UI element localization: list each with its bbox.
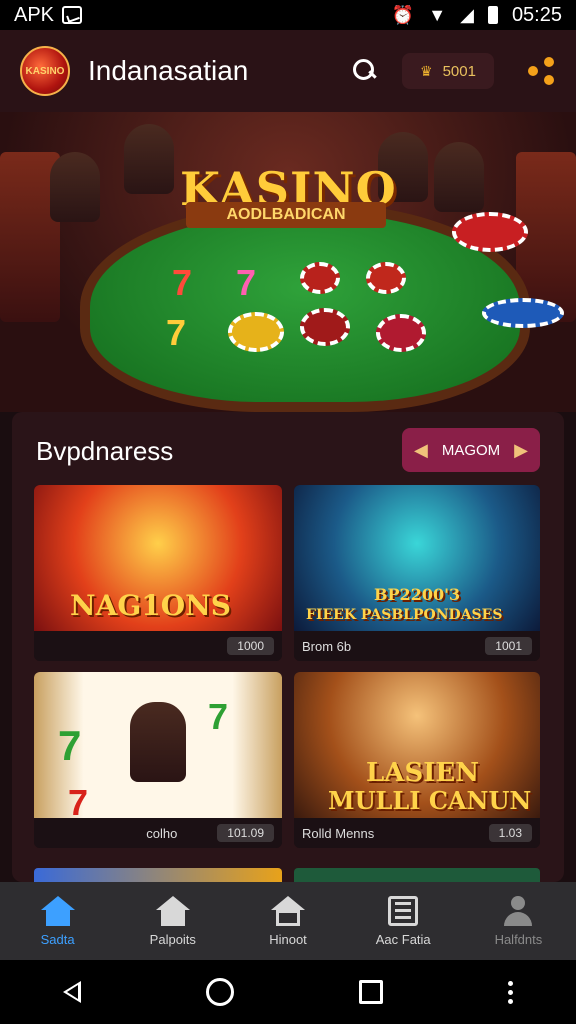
- player-figure: [124, 124, 174, 194]
- nav-label: Halfdnts: [494, 931, 543, 947]
- system-nav-bar: [0, 960, 576, 1024]
- search-icon[interactable]: [350, 56, 380, 86]
- bottom-nav: Sadta Palpoits Hinoot Aac Fatia Halfdnts: [0, 882, 576, 960]
- nav-label: Palpoits: [149, 931, 196, 947]
- game-card-partial[interactable]: [294, 868, 540, 882]
- section-title: Bvpdnaress: [36, 436, 174, 466]
- status-label: APK: [14, 3, 55, 26]
- coin-amount: 5001: [442, 62, 476, 80]
- coin-balance[interactable]: ♛ 5001: [402, 53, 494, 89]
- card-footer: Rolld Menns 1.03: [294, 818, 540, 848]
- card-badge: 1001: [485, 637, 532, 655]
- app-title: Indanasatian: [88, 55, 249, 86]
- seven-symbol: 7: [166, 312, 187, 353]
- nav-label: Aac Fatia: [375, 931, 431, 947]
- player-figure: [130, 702, 186, 782]
- game-card[interactable]: 7 7 7 colho 101.09: [34, 672, 282, 848]
- card-subtitle: FIEEK PASBLPONDASES: [306, 607, 503, 623]
- gallery-icon: [62, 6, 83, 24]
- chip-icon: [228, 312, 284, 352]
- logo-text: KASINO: [25, 65, 65, 77]
- chip-icon: [376, 314, 426, 352]
- app-logo[interactable]: KASINO: [20, 46, 70, 96]
- nav-label: Sadta: [40, 931, 75, 947]
- card-title: LASIEN: [366, 758, 479, 788]
- card-badge: 1000: [227, 637, 274, 655]
- game-card-partial[interactable]: [34, 868, 282, 882]
- card-footer-label: Rolld Menns: [302, 825, 375, 841]
- hero-subtitle: AODLBADICAN: [186, 202, 386, 228]
- profile-icon: [501, 895, 535, 926]
- app-bar: KASINO Indanasatian ♛ 5001: [0, 30, 576, 112]
- seven-symbol: 7: [58, 722, 82, 769]
- card-title: NAG1ONS: [70, 589, 231, 622]
- status-time: 05:25: [511, 3, 562, 26]
- card-badge: 101.09: [217, 824, 274, 842]
- nav-label: Hinoot: [269, 931, 307, 947]
- card-badge: 1.03: [488, 824, 532, 842]
- seven-symbol: 7: [236, 262, 257, 303]
- signal-icon: ◢: [460, 4, 474, 25]
- store-icon: [155, 895, 190, 926]
- chip-stack-icon: [482, 298, 564, 328]
- share-icon[interactable]: [528, 57, 556, 85]
- more-options-icon[interactable]: [508, 980, 514, 1004]
- player-figure: [434, 142, 484, 212]
- chip-icon: [300, 262, 340, 294]
- player-figure: [50, 152, 100, 222]
- home-button-icon[interactable]: [205, 978, 234, 1006]
- chip-stack-icon: [452, 212, 528, 252]
- seven-symbol: 7: [208, 696, 229, 737]
- nav-item-profile[interactable]: Halfdnts: [461, 882, 576, 960]
- game-card[interactable]: BP2200'3 FIEEK PASBLPONDASES Brom 6b 100…: [294, 485, 540, 661]
- wifi-icon: ▼: [428, 4, 447, 25]
- card-footer: Brom 6b 1001: [294, 631, 540, 661]
- alarm-icon: ⏰: [391, 4, 415, 25]
- nav-item-store[interactable]: Palpoits: [115, 882, 230, 960]
- status-bar: APK ⏰ ▼ ◢ 05:25: [0, 0, 576, 30]
- arrow-right-icon: ▶: [514, 439, 528, 460]
- card-subtitle: MULLI CANUN: [328, 786, 532, 815]
- more-button[interactable]: ◀ MAGOM ▶: [402, 428, 540, 472]
- house-icon: [271, 895, 305, 926]
- list-icon: [388, 895, 419, 926]
- card-footer: 1000: [34, 631, 282, 661]
- chip-icon: [300, 308, 350, 346]
- game-card[interactable]: LASIEN MULLI CANUN Rolld Menns 1.03: [294, 672, 540, 848]
- recents-icon[interactable]: [359, 980, 384, 1004]
- more-label: MAGOM: [441, 441, 501, 459]
- battery-icon: [487, 6, 498, 24]
- arrow-left-icon: ◀: [414, 439, 428, 460]
- home-icon: [40, 895, 75, 926]
- card-footer-label: Brom 6b: [302, 638, 352, 654]
- card-footer-label: colho: [146, 825, 178, 841]
- hero-banner[interactable]: KASINO AODLBADICAN 7 7 7: [0, 112, 576, 412]
- seven-symbol: 7: [172, 262, 193, 303]
- back-icon[interactable]: [62, 981, 81, 1003]
- nav-item-home[interactable]: Sadta: [0, 882, 115, 960]
- game-card[interactable]: NAG1ONS 1000: [34, 485, 282, 661]
- crown-icon: ♛: [420, 62, 433, 79]
- nav-item-list[interactable]: Aac Fatia: [346, 882, 461, 960]
- card-title: BP2200'3: [374, 585, 461, 604]
- chip-icon: [366, 262, 406, 294]
- card-footer: colho 101.09: [34, 818, 282, 848]
- nav-item-house[interactable]: Hinoot: [230, 882, 345, 960]
